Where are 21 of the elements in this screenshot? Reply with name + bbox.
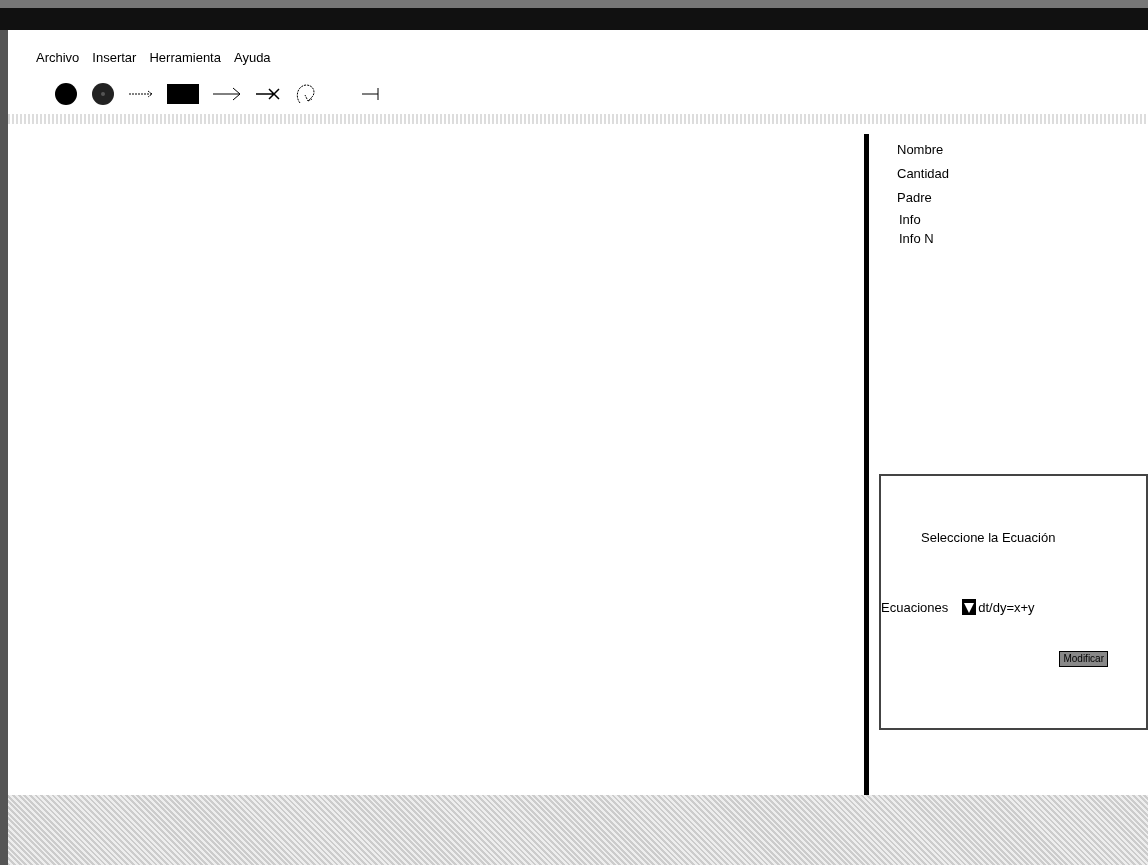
arrow-cross-icon[interactable] xyxy=(255,87,281,101)
menu-item[interactable]: Insertar xyxy=(92,48,137,74)
loop-icon[interactable] xyxy=(294,83,318,105)
arrow-icon[interactable] xyxy=(212,87,242,101)
panel-title: Seleccione la Ecuación xyxy=(921,529,1057,547)
circle-icon[interactable] xyxy=(91,82,115,106)
dropdown-icon xyxy=(962,599,977,616)
menu-item[interactable]: Ayuda xyxy=(233,48,271,74)
modify-button[interactable]: Modificar xyxy=(1059,651,1108,667)
menu-item[interactable]: Archivo xyxy=(36,48,80,74)
field-label: Ecuaciones xyxy=(881,598,949,617)
property-label: Info xyxy=(898,212,922,227)
dashed-arrow-icon[interactable] xyxy=(128,88,154,100)
property-label: Cantidad xyxy=(897,165,951,183)
property-label: Info N xyxy=(898,231,935,246)
property-label: Padre xyxy=(897,189,933,207)
line-stop-icon[interactable] xyxy=(361,87,381,101)
menu-item[interactable]: Herramienta xyxy=(149,48,221,74)
circle-icon[interactable] xyxy=(54,82,78,106)
equation-dropdown[interactable]: dt/dy=x+y xyxy=(962,597,1035,617)
property-label: Nombre xyxy=(897,141,945,159)
